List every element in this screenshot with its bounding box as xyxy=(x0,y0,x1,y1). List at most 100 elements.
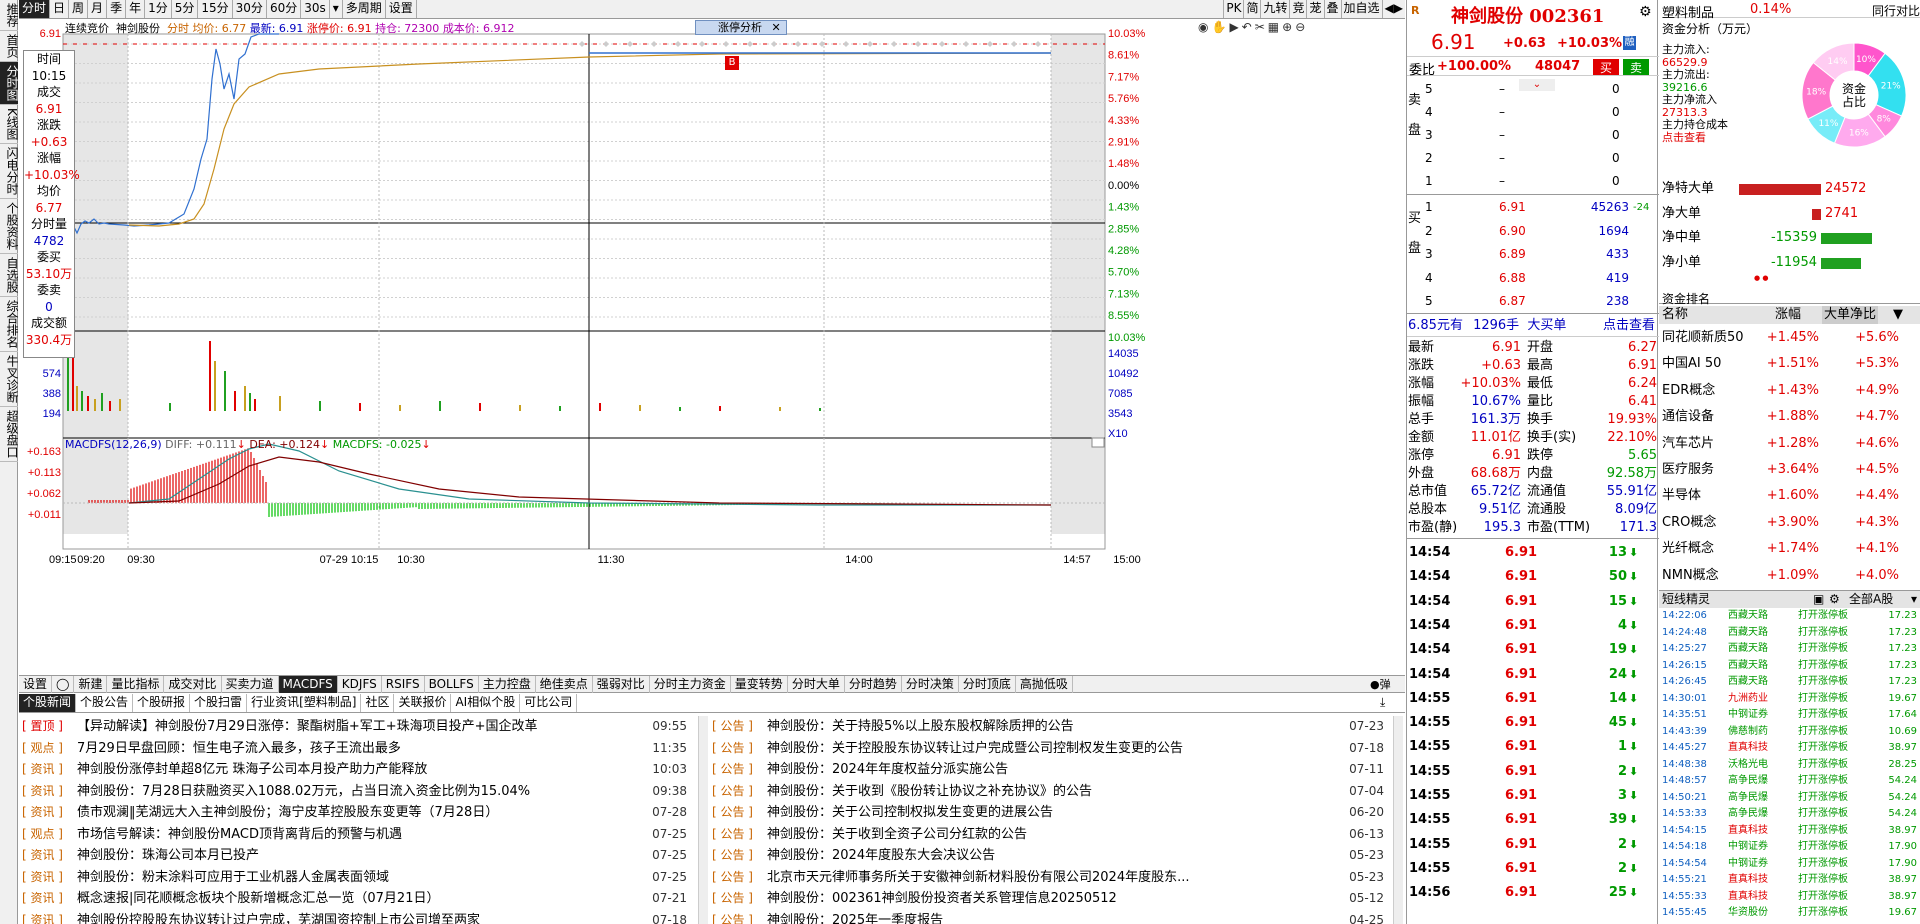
toolbar-btn-1[interactable]: 简 xyxy=(1243,0,1260,18)
period-tab-8[interactable]: 15分 xyxy=(198,0,233,18)
toolbar-btn-7[interactable]: ◀▶ xyxy=(1381,0,1405,18)
rank-row[interactable]: 通信设备 +1.88% +4.7% xyxy=(1659,404,1920,430)
news-title[interactable]: 概念速报|同花顺概念板块个股新增概念汇总一览（07月21日） xyxy=(77,888,632,910)
buy-button[interactable]: 买 xyxy=(1593,59,1619,75)
short-row[interactable]: 14:53:33 高争民爆 打开涨停板 54.24 xyxy=(1659,807,1920,822)
filter-chevron-icon[interactable]: ▾ xyxy=(1911,591,1917,608)
layout-icon[interactable]: ▣ xyxy=(1813,591,1824,608)
indicator-tab-19[interactable]: 高抛低吸 xyxy=(1016,675,1073,693)
period-tab-11[interactable]: 30s xyxy=(301,0,330,18)
toolbar-btn-6[interactable]: 加自选 xyxy=(1340,0,1382,18)
indicator-tab-2[interactable]: 新建 xyxy=(74,675,108,693)
gear-icon[interactable]: ⚙ xyxy=(1639,4,1652,20)
zoom-out-icon[interactable]: ⊖ xyxy=(1295,20,1308,34)
scissors-icon[interactable]: ✂ xyxy=(1255,20,1268,34)
news-title[interactable]: 市场信号解读：神剑股份MACD顶背离背后的预警与机遇 xyxy=(77,824,632,846)
period-tab-2[interactable]: 周 xyxy=(69,0,89,18)
rank-row[interactable]: NMN概念 +1.09% +4.0% xyxy=(1659,563,1920,589)
news-title[interactable]: 7月29日早盘回顾：恒生电子流入最多，孩子王流出最多 xyxy=(77,738,632,760)
period-tab-0[interactable]: 分时 xyxy=(19,0,51,18)
short-row[interactable]: 14:30:01 九洲药业 打开涨停板 19.67 xyxy=(1659,692,1920,707)
news-tab-6[interactable]: 关联报价 xyxy=(394,694,452,712)
toolbar-btn-5[interactable]: 叠 xyxy=(1323,0,1341,18)
rank-row[interactable]: CRO概念 +3.90% +4.3% xyxy=(1659,510,1920,536)
undo-icon[interactable]: ↶ xyxy=(1242,20,1255,34)
announce-title[interactable]: 神剑股份：2025年一季度报告 xyxy=(767,910,1329,924)
rank-row[interactable]: 同花顺新质50 +1.45% +5.6% xyxy=(1659,325,1920,351)
settings-icon[interactable]: ⚙ xyxy=(1829,591,1840,608)
indicator-tab-13[interactable]: 分时主力资金 xyxy=(650,675,731,693)
short-row[interactable]: 14:45:27 直真科技 打开涨停板 38.97 xyxy=(1659,741,1920,756)
announce-title[interactable]: 北京市天元律师事务所关于安徽神剑新材料股份有限公司2024年度股东... xyxy=(767,867,1329,889)
short-row[interactable]: 14:24:48 西藏天路 打开涨停板 17.23 xyxy=(1659,626,1920,641)
indicator-tab-18[interactable]: 分时顶底 xyxy=(959,675,1016,693)
short-row[interactable]: 14:25:27 西藏天路 打开涨停板 17.23 xyxy=(1659,642,1920,657)
indicator-tab-14[interactable]: 量变转势 xyxy=(731,675,788,693)
indicator-tab-17[interactable]: 分时决策 xyxy=(902,675,959,693)
short-row[interactable]: 14:54:15 直真科技 打开涨停板 38.97 xyxy=(1659,824,1920,839)
news-title[interactable]: 神剑股份涨停封单超8亿元 珠海子公司本月投产助力产能释放 xyxy=(77,759,632,781)
indicator-tab-15[interactable]: 分时大单 xyxy=(788,675,845,693)
sort-down-icon[interactable]: ▼ xyxy=(1893,306,1903,324)
period-tab-3[interactable]: 月 xyxy=(88,0,108,18)
news-tab-7[interactable]: AI相似个股 xyxy=(451,694,521,712)
news-tab-1[interactable]: 个股公告 xyxy=(76,694,134,712)
indicator-tab-0[interactable]: 设置 xyxy=(19,675,53,693)
news-tab-3[interactable]: 个股扫雷 xyxy=(190,694,248,712)
news-tab-0[interactable]: 个股新闻 xyxy=(19,694,77,712)
announce-title[interactable]: 神剑股份：002361神剑股份投资者关系管理信息20250512 xyxy=(767,888,1329,910)
short-row[interactable]: 14:26:45 西藏天路 打开涨停板 17.23 xyxy=(1659,675,1920,690)
indicator-tab-7[interactable]: KDJFS xyxy=(338,675,382,693)
rank-head-name[interactable]: 名称 xyxy=(1662,306,1688,324)
indicator-tab-1[interactable]: ◯ xyxy=(52,675,75,693)
news-title[interactable]: 神剑股份：珠海公司本月已投产 xyxy=(77,845,632,867)
page-dot[interactable]: ● ● xyxy=(1754,274,1768,282)
indicator-tab-8[interactable]: RSIFS xyxy=(382,675,425,693)
news-tab-4[interactable]: 行业资讯[塑料制品] xyxy=(247,694,362,712)
rank-row[interactable]: 医疗服务 +3.64% +4.5% xyxy=(1659,457,1920,483)
short-row[interactable]: 14:48:38 沃格光电 打开涨停板 28.25 xyxy=(1659,758,1920,773)
news-title[interactable]: 债市观澜‖芜湖远大入主神剑股份；海宁皮革控股股东变更等（7月28日） xyxy=(77,802,632,824)
indicator-tab-12[interactable]: 强弱对比 xyxy=(593,675,650,693)
indicator-tab-5[interactable]: 买卖力道 xyxy=(222,675,279,693)
hand-icon[interactable]: ✋ xyxy=(1211,20,1229,34)
eye-icon[interactable]: ◉ xyxy=(1198,20,1211,34)
leftnav-item-9[interactable]: 超级盘口 xyxy=(0,407,19,462)
download-icon[interactable]: ⤓ xyxy=(1380,695,1385,710)
short-row[interactable]: 14:35:51 中钢证券 打开涨停板 17.64 xyxy=(1659,708,1920,723)
popup-toggle[interactable]: ●弹 xyxy=(1370,676,1391,692)
short-row[interactable]: 14:54:54 中钢证券 打开涨停板 17.90 xyxy=(1659,857,1920,872)
announce-title[interactable]: 神剑股份：关于收到《股份转让协议之补充协议》的公告 xyxy=(767,781,1329,803)
leftnav-item-5[interactable]: 个股资料 xyxy=(0,199,19,254)
short-row[interactable]: 14:48:57 高争民爆 打开涨停板 54.24 xyxy=(1659,774,1920,789)
leftnav-item-8[interactable]: 牛叉诊断 xyxy=(0,352,19,407)
buy-marker[interactable]: B xyxy=(725,56,739,70)
rank-row[interactable]: EDR概念 +1.43% +4.9% xyxy=(1659,378,1920,404)
short-filter[interactable]: 全部A股 xyxy=(1849,591,1893,608)
big-order-link[interactable]: 点击查看 xyxy=(1603,315,1655,337)
news-scrollbar[interactable] xyxy=(698,716,708,924)
short-row[interactable]: 14:55:45 华资股份 打开涨停板 19.67 xyxy=(1659,906,1920,921)
leftnav-item-0[interactable]: 推荐 xyxy=(0,0,19,31)
short-row[interactable]: 14:55:33 直真科技 打开涨停板 38.97 xyxy=(1659,890,1920,905)
close-icon[interactable]: ✕ xyxy=(772,21,781,34)
fund-donut-chart[interactable]: 10% 21% 8% 16% 11% 18% 14% 资金占比 xyxy=(1799,40,1909,150)
news-title[interactable]: 神剑股份：粉末涂料可应用于工业机器人金属表面领域 xyxy=(77,867,632,889)
period-tab-9[interactable]: 30分 xyxy=(233,0,267,18)
short-row[interactable]: 14:26:15 西藏天路 打开涨停板 17.23 xyxy=(1659,659,1920,674)
period-tab-5[interactable]: 年 xyxy=(126,0,146,18)
grid-icon[interactable]: ▦ xyxy=(1268,20,1282,34)
leftnav-item-1[interactable]: 首页 xyxy=(0,31,19,62)
leftnav-item-6[interactable]: 自选股 xyxy=(0,254,19,297)
toolbar-btn-2[interactable]: 九转 xyxy=(1260,0,1289,18)
rank-row[interactable]: 汽车芯片 +1.28% +4.6% xyxy=(1659,431,1920,457)
news-tab-8[interactable]: 可比公司 xyxy=(520,694,578,712)
short-row[interactable]: 14:43:39 佛慈制药 打开涨停板 10.69 xyxy=(1659,725,1920,740)
news-title[interactable]: 【异动解读】神剑股份7月29日涨停：聚酯树脂+军工+珠海项目投产+国企改革 xyxy=(77,716,632,738)
leftnav-item-4[interactable]: 闪电分时 xyxy=(0,144,19,199)
short-row[interactable]: 14:50:21 高争民爆 打开涨停板 54.24 xyxy=(1659,791,1920,806)
short-row[interactable]: 14:55:21 直真科技 打开涨停板 38.97 xyxy=(1659,873,1920,888)
play-icon[interactable]: ▶ xyxy=(1229,20,1241,34)
period-tab-6[interactable]: 1分 xyxy=(145,0,172,18)
rank-row[interactable]: 光纤概念 +1.74% +4.1% xyxy=(1659,536,1920,562)
